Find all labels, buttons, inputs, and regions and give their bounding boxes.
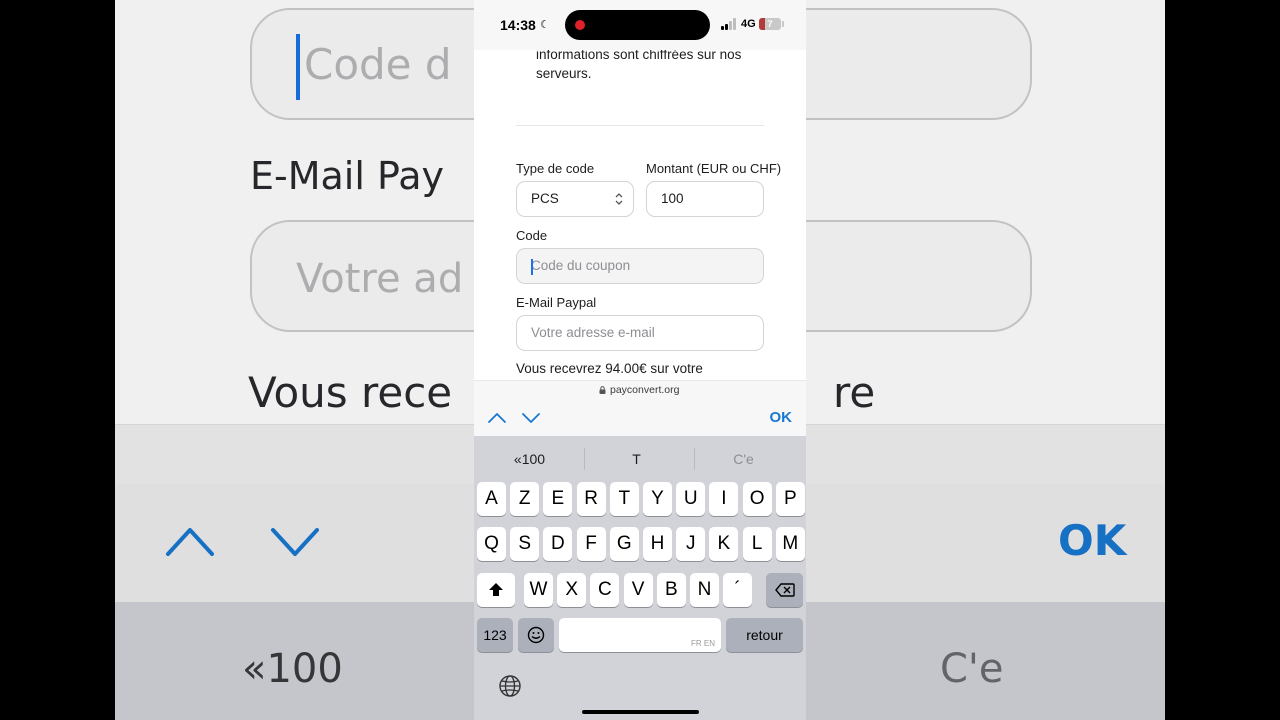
suggestion-1[interactable]: «100 — [477, 451, 582, 467]
key-acute-accent[interactable]: ´ — [723, 573, 753, 607]
key-j[interactable]: J — [676, 527, 706, 561]
code-type-select[interactable]: PCS — [516, 181, 634, 217]
coupon-label: Code — [516, 228, 548, 243]
next-field-button[interactable] — [520, 408, 542, 428]
code-type-label: Type de code — [516, 161, 595, 176]
return-key[interactable]: retour — [726, 618, 803, 652]
key-g[interactable]: G — [609, 527, 639, 561]
amount-input[interactable]: 100 — [646, 181, 764, 217]
key-o[interactable]: O — [742, 482, 772, 516]
key-r[interactable]: R — [576, 482, 606, 516]
key-p[interactable]: P — [775, 482, 805, 516]
key-m[interactable]: M — [775, 527, 805, 561]
key-x[interactable]: X — [557, 573, 587, 607]
shift-key[interactable] — [477, 573, 515, 607]
key-v[interactable]: V — [623, 573, 653, 607]
suggestion-3[interactable]: C'e — [691, 451, 796, 467]
dynamic-island — [565, 10, 710, 40]
keyboard-accessory-bar: OK — [474, 400, 806, 436]
amount-label: Montant (EUR ou CHF) — [646, 161, 782, 176]
key-e[interactable]: E — [543, 482, 573, 516]
key-z[interactable]: Z — [510, 482, 540, 516]
key-h[interactable]: H — [643, 527, 672, 561]
battery-cap — [782, 21, 784, 27]
shift-icon — [489, 583, 503, 596]
code-type-value: PCS — [531, 191, 559, 206]
network-type: 4G — [741, 18, 756, 30]
key-q[interactable]: Q — [477, 527, 506, 561]
ok-button[interactable]: OK — [770, 409, 793, 426]
key-w[interactable]: W — [524, 573, 553, 607]
status-bar: 14:38 ☾ 4G 7 — [474, 0, 806, 50]
select-chevrons-icon — [615, 193, 623, 205]
key-d[interactable]: D — [543, 527, 573, 561]
globe-icon[interactable] — [498, 674, 522, 698]
keyboard: «100 T C'e A Z E R T Y U I O P Q S D F G H J K L M W X C V B N ´ 12… — [474, 436, 806, 720]
battery-level: 7 — [767, 19, 773, 29]
text-cursor — [531, 259, 533, 275]
key-y[interactable]: Y — [643, 482, 672, 516]
recording-indicator-icon — [575, 20, 585, 30]
info-text-line-1: informations sont chiffrées sur nos — [536, 50, 742, 62]
key-c[interactable]: C — [590, 573, 620, 607]
moon-icon: ☾ — [540, 19, 550, 31]
email-label: E-Mail Paypal — [516, 295, 597, 310]
key-b[interactable]: B — [656, 573, 686, 607]
space-key[interactable]: FR EN — [559, 618, 721, 652]
coupon-placeholder: Code du coupon — [531, 258, 631, 273]
emoji-key[interactable] — [518, 618, 554, 652]
email-input[interactable]: Votre adresse e-mail — [516, 315, 764, 351]
numbers-key[interactable]: 123 — [477, 618, 513, 652]
key-n[interactable]: N — [690, 573, 719, 607]
key-f[interactable]: F — [576, 527, 606, 561]
status-time: 14:38 — [500, 17, 536, 33]
coupon-code-input[interactable]: Code du coupon — [516, 248, 764, 284]
key-s[interactable]: S — [510, 527, 540, 561]
backspace-key[interactable] — [766, 573, 803, 607]
amount-value: 100 — [661, 191, 684, 206]
key-t[interactable]: T — [609, 482, 639, 516]
suggestion-2[interactable]: T — [584, 451, 689, 467]
web-content: informations sont chiffrées sur nos serv… — [474, 50, 806, 380]
phone-screen: 14:38 ☾ 4G 7 informations sont chiffrées… — [474, 0, 806, 720]
lock-icon — [599, 386, 606, 394]
backspace-icon — [774, 583, 795, 597]
email-placeholder: Votre adresse e-mail — [531, 325, 655, 340]
key-u[interactable]: U — [676, 482, 706, 516]
url-domain: payconvert.org — [610, 384, 680, 396]
key-a[interactable]: A — [477, 482, 506, 516]
key-i[interactable]: I — [709, 482, 739, 516]
receive-amount-text: Vous recevrez 94.00€ sur votre — [516, 361, 703, 376]
key-l[interactable]: L — [742, 527, 772, 561]
home-indicator — [582, 710, 699, 714]
url-bar[interactable]: payconvert.org — [474, 380, 806, 400]
section-divider — [516, 125, 764, 126]
previous-field-button[interactable] — [486, 408, 508, 428]
screen: Code d E-Mail Pay Votre ad Vous rece re … — [0, 0, 1280, 720]
key-k[interactable]: K — [709, 527, 739, 561]
battery-icon: 7 — [759, 18, 781, 30]
info-text-line-2: serveurs. — [536, 66, 592, 81]
signal-icon — [721, 18, 737, 30]
emoji-icon — [527, 626, 545, 644]
